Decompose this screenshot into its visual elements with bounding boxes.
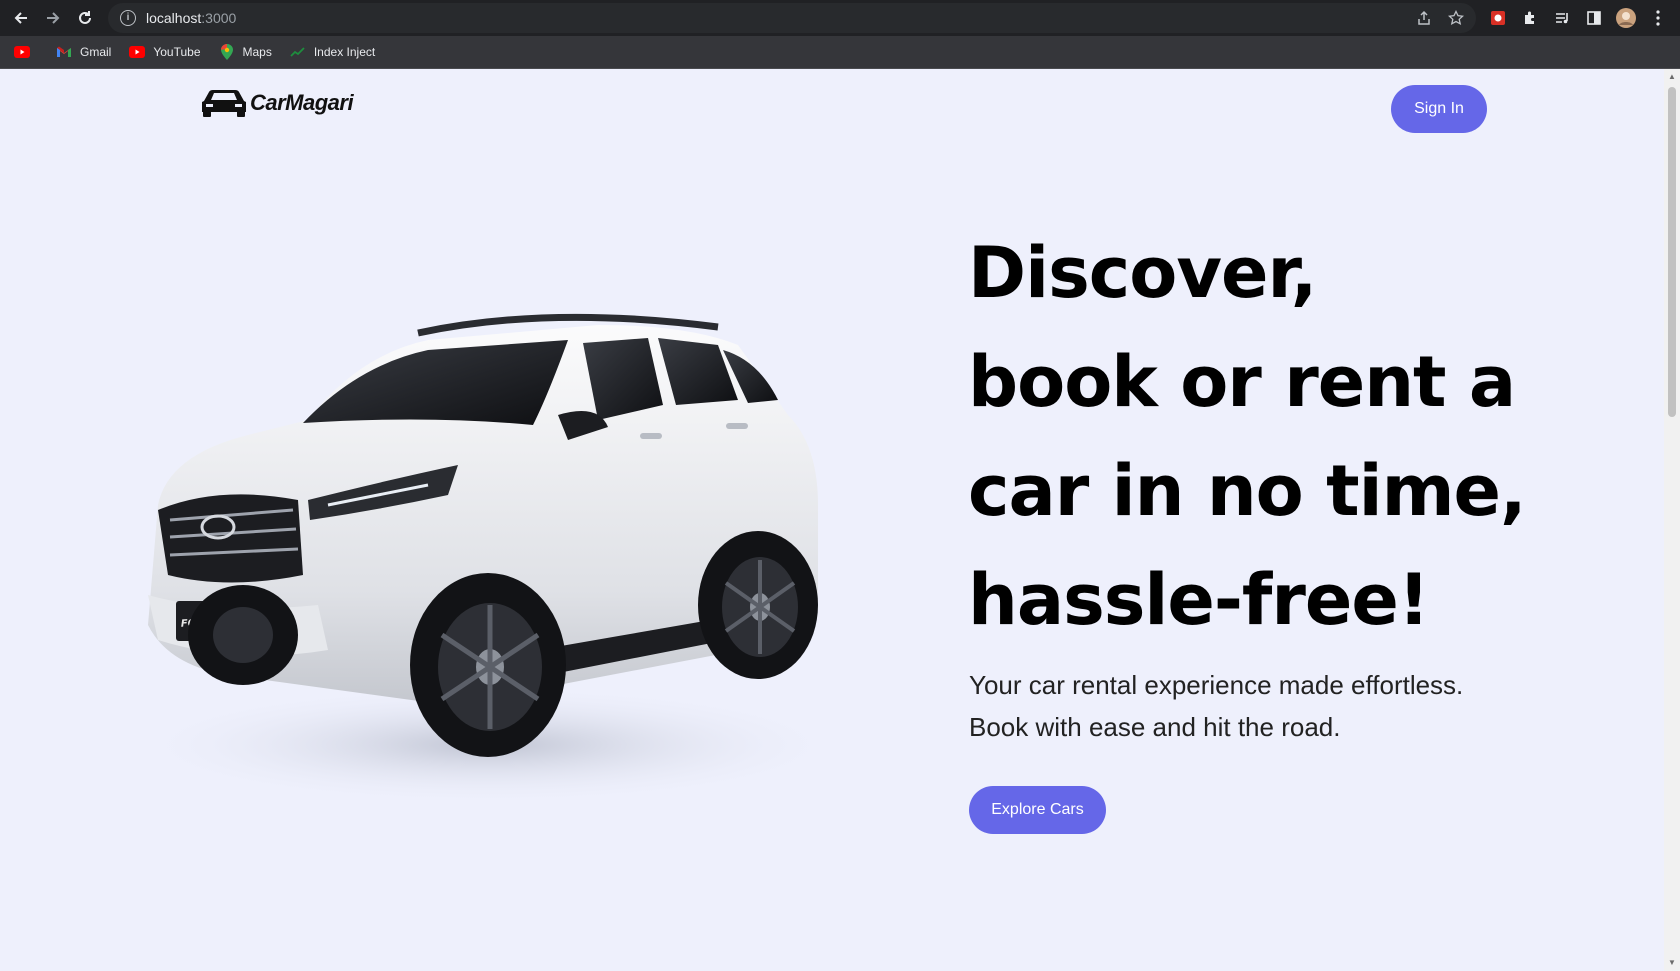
bookmark-gmail[interactable]: Gmail [50,40,119,64]
back-icon[interactable] [9,6,33,30]
front-wheel [410,573,566,757]
profile-avatar[interactable] [1614,6,1638,30]
bookmark-youtube-unnamed[interactable] [8,40,46,64]
bookmark-youtube[interactable]: YouTube [123,40,208,64]
reload-icon[interactable] [73,6,97,30]
page-viewport: CarMagari Sign In Discover, book or rent… [0,69,1664,971]
media-queue-icon[interactable] [1550,6,1574,30]
youtube-icon [129,44,146,60]
address-bar[interactable]: i localhost:3000 [108,3,1476,33]
sign-in-button[interactable]: Sign In [1391,85,1487,133]
bookmark-index-inject[interactable]: Index Inject [284,40,383,64]
hero-subtitle: Your car rental experience made effortle… [969,670,1464,742]
side-panel-icon[interactable] [1582,6,1606,30]
page-scrollbar[interactable]: ▲ ▼ [1664,69,1680,971]
chart-trend-icon [290,44,306,60]
bookmark-label: Maps [242,45,272,59]
bookmark-label: YouTube [153,45,201,59]
forward-icon[interactable] [41,6,65,30]
bookmark-label: Index Inject [313,45,376,59]
rear-wheel [698,531,818,679]
site-logo[interactable]: CarMagari [200,87,354,119]
extensions-puzzle-icon[interactable] [1518,6,1542,30]
gmail-icon [56,44,72,60]
scroll-up-icon[interactable]: ▲ [1668,73,1676,81]
scroll-down-icon[interactable]: ▼ [1668,959,1676,967]
bookmarks-bar: Gmail YouTube Maps Index Inject [0,36,1680,69]
url-port: :3000 [201,10,237,26]
extension-red-icon[interactable] [1486,6,1510,30]
share-icon[interactable] [1416,3,1432,33]
car-logo-icon [202,90,246,117]
front-left-wheel [188,585,298,685]
logo-text: CarMagari [250,90,354,115]
browser-menu-icon[interactable] [1646,6,1670,30]
scrollbar-thumb[interactable] [1668,87,1676,417]
hero-title: Discover, book or rent a car in no time,… [968,232,1527,641]
bookmark-star-icon[interactable] [1448,3,1464,33]
explore-cars-button[interactable]: Explore Cars [969,786,1106,834]
url-text[interactable]: localhost:3000 [146,10,236,26]
maps-icon [219,44,235,60]
site-info-icon[interactable]: i [120,10,136,26]
bookmark-label: Gmail [80,45,112,59]
bookmark-maps[interactable]: Maps [213,40,280,64]
browser-toolbar: i localhost:3000 [0,0,1680,36]
youtube-icon [14,44,30,60]
url-host: localhost [146,10,202,26]
hero-car-image: FORTUNER [128,313,848,805]
